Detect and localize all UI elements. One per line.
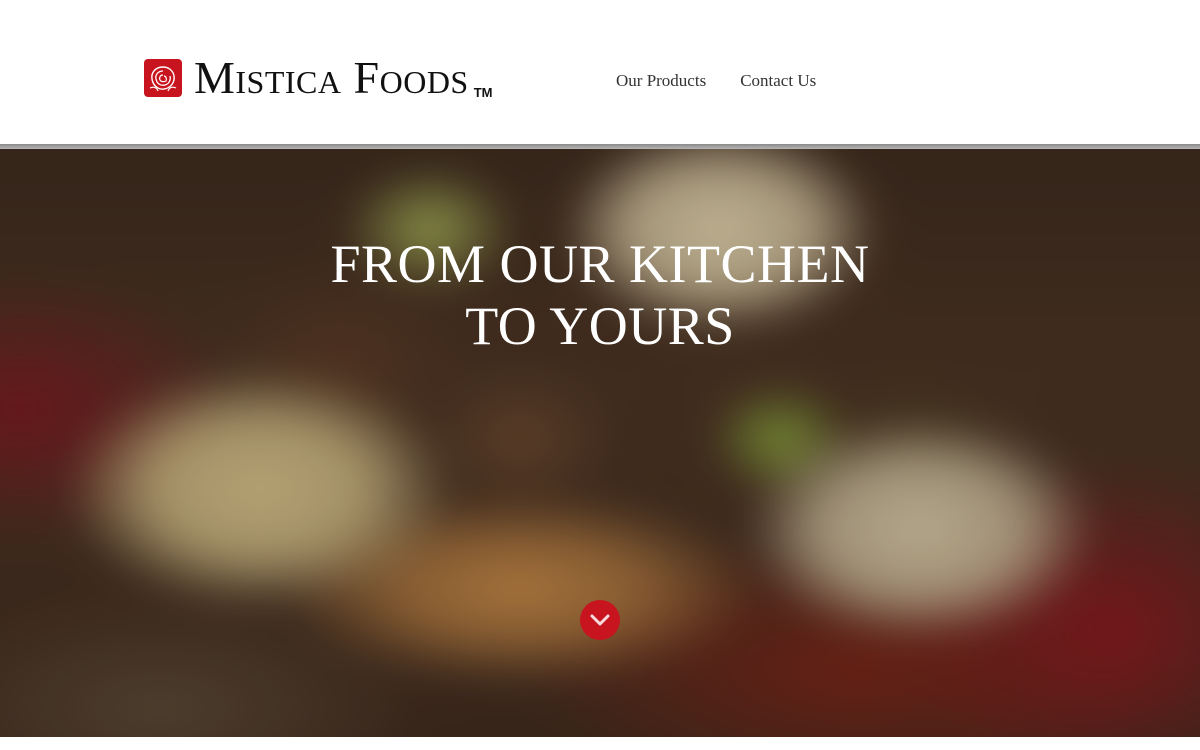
site-header: Mistica Foods TM Our Products Contact Us	[0, 0, 1200, 144]
hero-banner: FROM OUR KITCHEN TO YOURS	[0, 149, 1200, 737]
chevron-down-icon	[590, 614, 610, 626]
hero-title-line-1: FROM OUR KITCHEN	[330, 234, 870, 294]
scroll-down-button[interactable]	[580, 600, 620, 640]
nav-item-our-products[interactable]: Our Products	[616, 71, 706, 91]
hero-title-line-2: TO YOURS	[465, 296, 735, 356]
trademark-label: TM	[473, 85, 493, 100]
rose-icon	[144, 59, 182, 97]
logo-link[interactable]: Mistica Foods TM	[144, 52, 493, 103]
main-nav: Our Products Contact Us	[616, 71, 816, 91]
logo-wordmark: Mistica Foods	[194, 52, 469, 103]
page-bottom-strip	[0, 737, 1200, 750]
hero-title: FROM OUR KITCHEN TO YOURS	[0, 233, 1200, 357]
nav-item-contact-us[interactable]: Contact Us	[740, 71, 816, 91]
